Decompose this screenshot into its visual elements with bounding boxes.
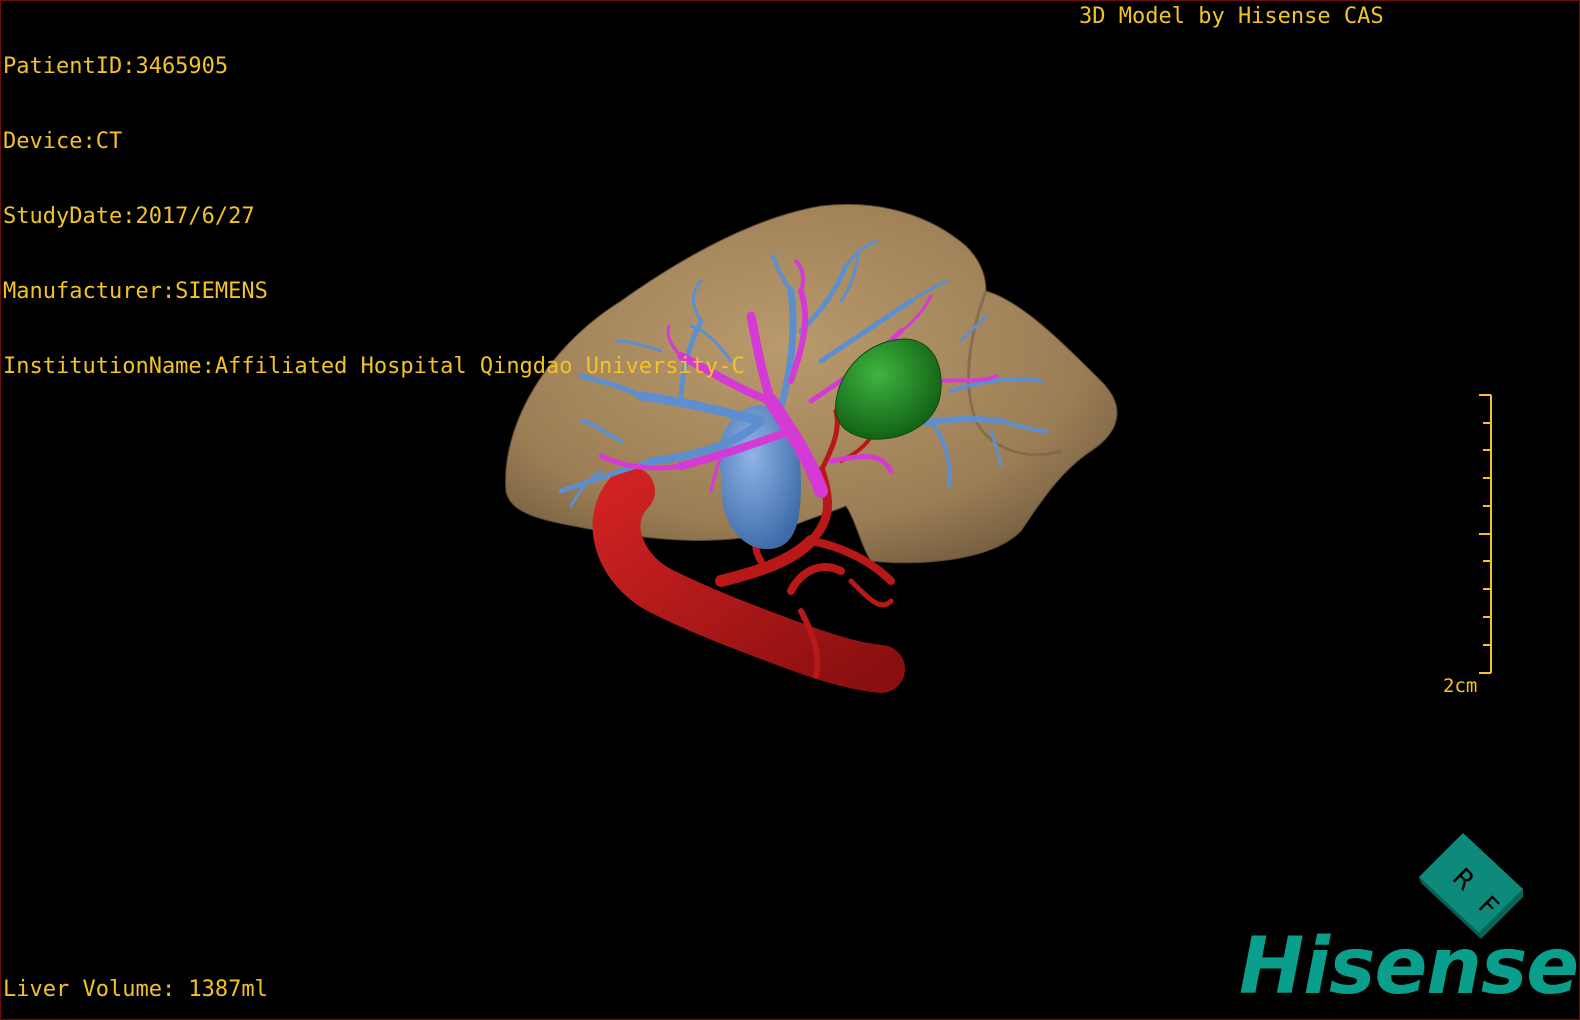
patient-id-text: PatientID:3465905 [3,54,229,79]
model-credit-text: 3D Model by Hisense CAS [1079,4,1384,29]
dicom-info-overlay: PatientID:3465905 Device:CT StudyDate:20… [3,4,745,429]
3d-viewport[interactable]: PatientID:3465905 Device:CT StudyDate:20… [0,0,1580,1020]
study-date-text: StudyDate:2017/6/27 [3,204,255,229]
institution-text: InstitutionName:Affiliated Hospital Qing… [3,354,745,379]
hisense-logo: Hisense [1239,922,1579,1012]
scale-bar-label: 2cm [1443,675,1478,697]
scale-bar [1479,394,1492,674]
device-text: Device:CT [3,129,123,154]
manufacturer-text: Manufacturer:SIEMENS [3,279,268,304]
liver-volume-text: Liver Volume: 1387ml [3,977,268,1002]
